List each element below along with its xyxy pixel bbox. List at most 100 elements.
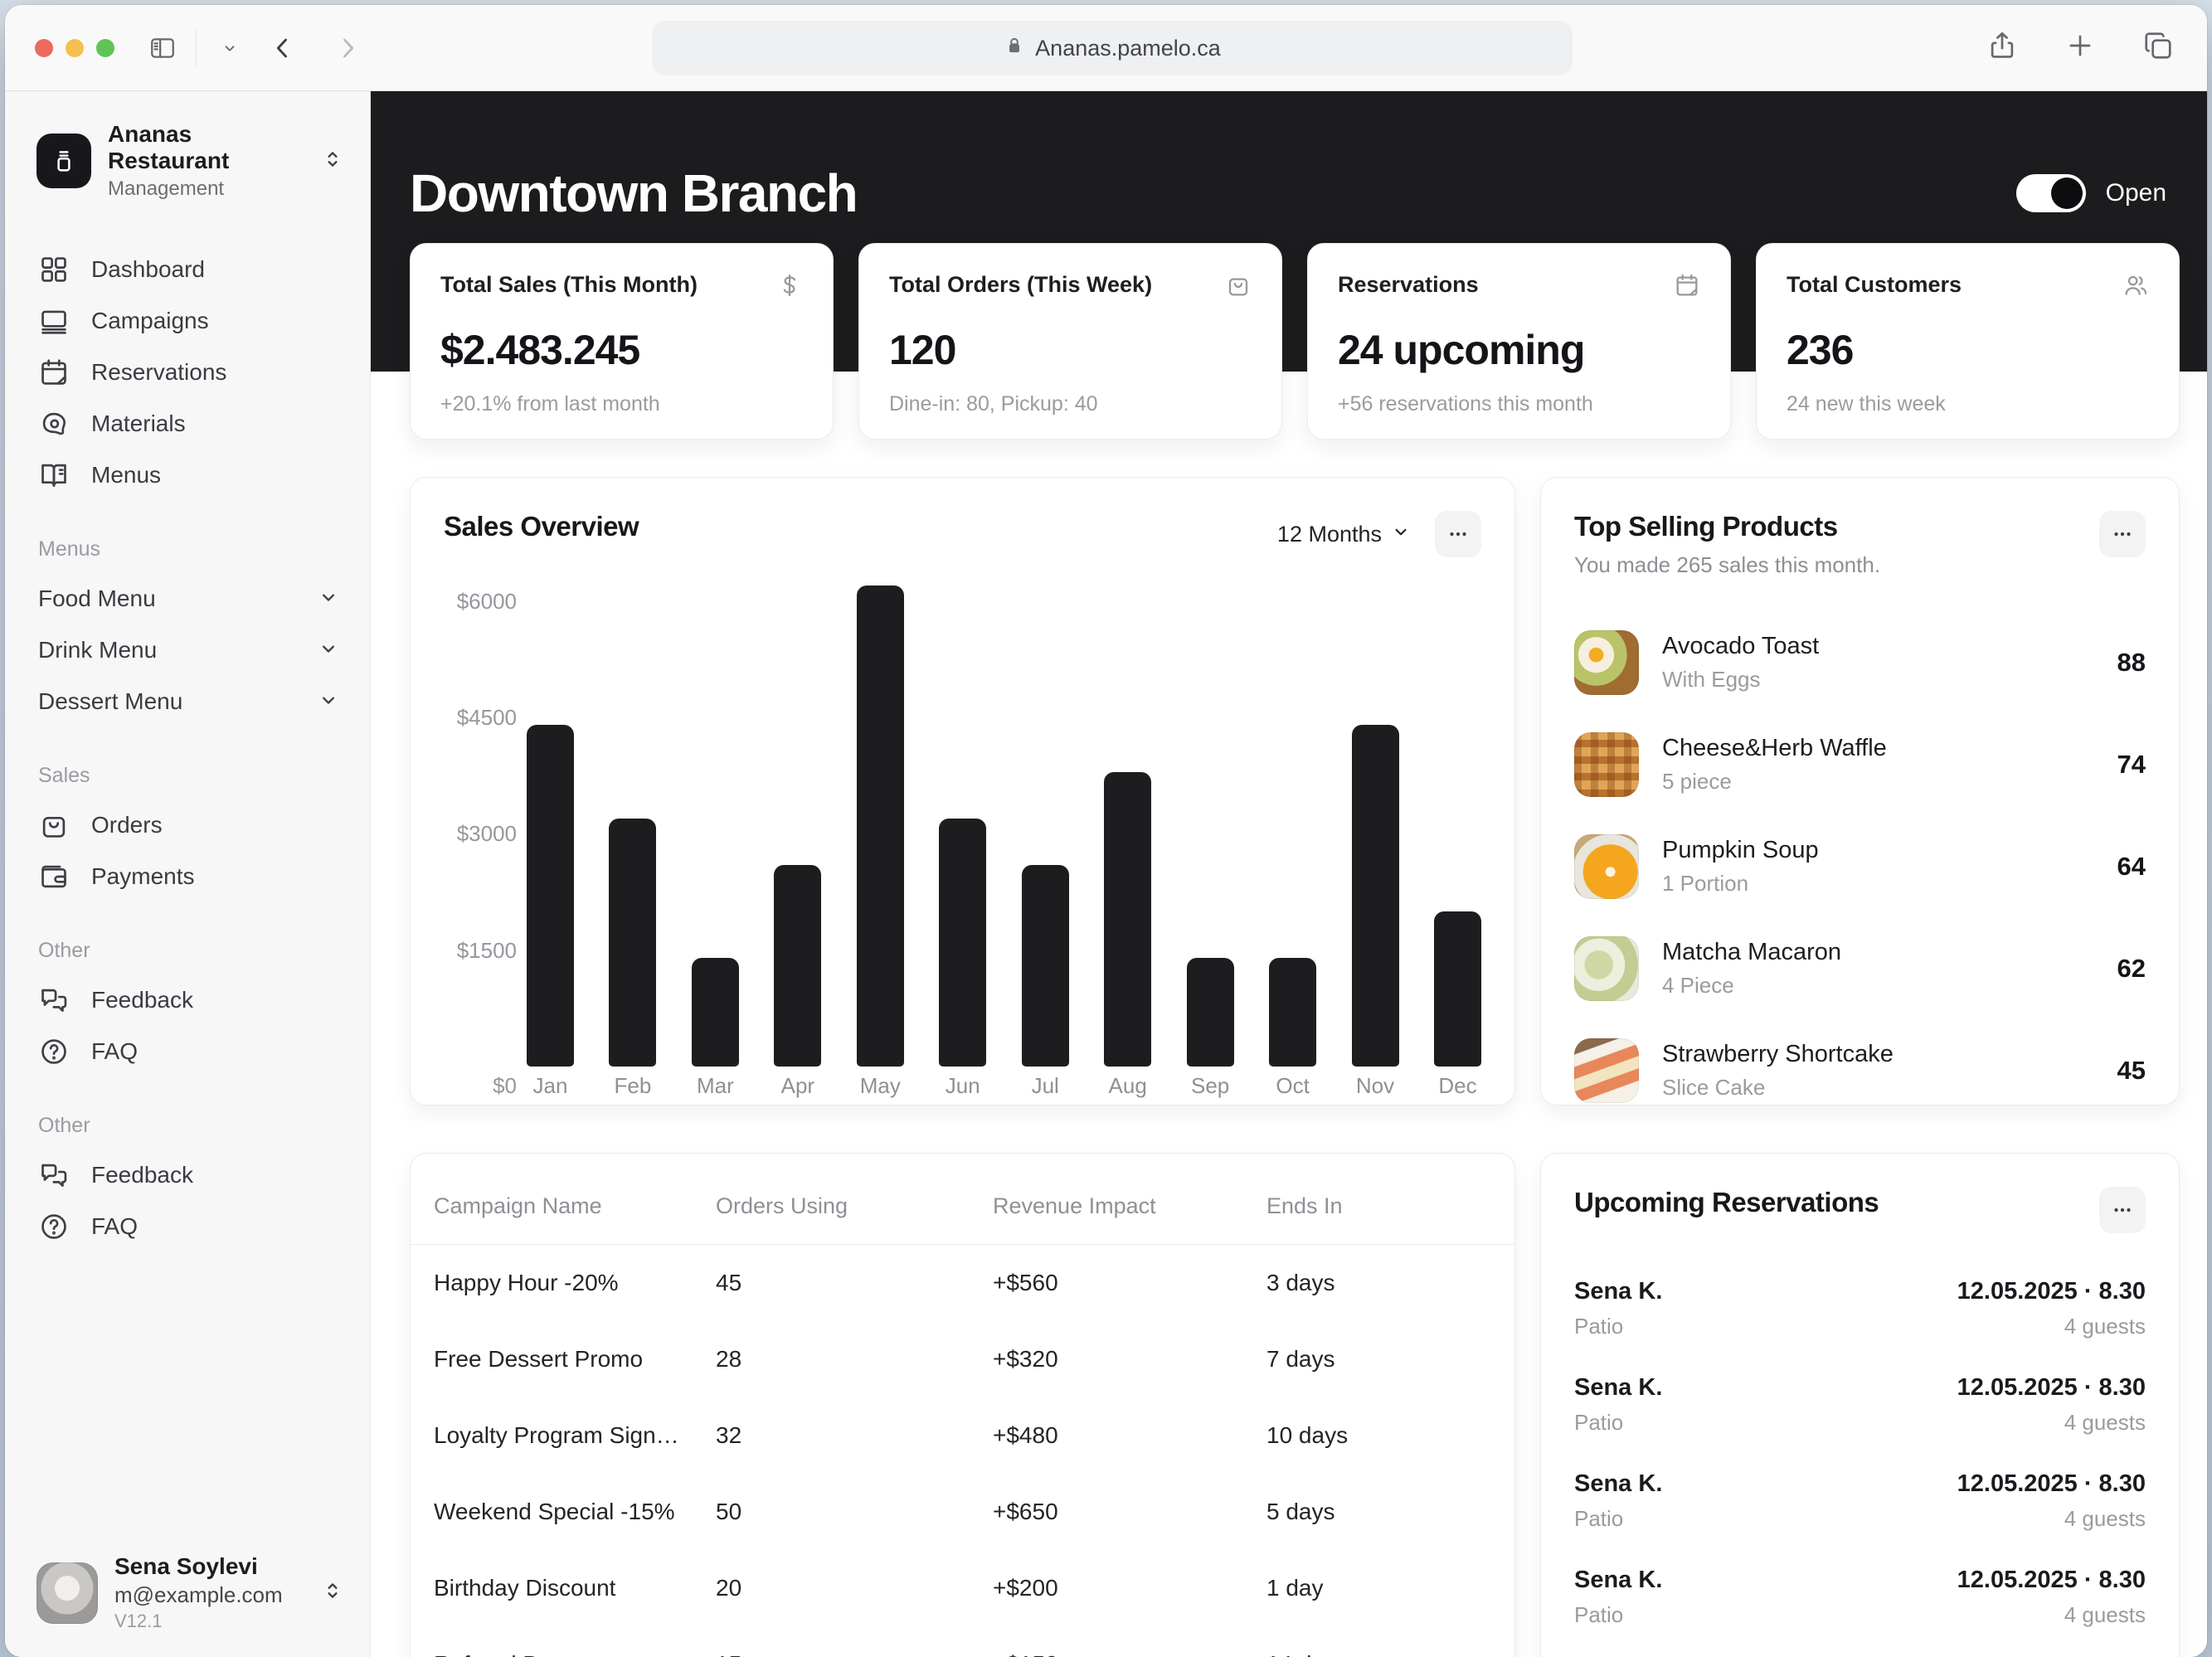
stat-card-total-sales-this-month[interactable]: Total Sales (This Month)$2.483.245+20.1%…	[410, 243, 834, 440]
table-cell: Free Dessert Promo	[434, 1346, 716, 1373]
bar-feb[interactable]	[609, 819, 656, 1067]
sidebar-item-label: Dashboard	[91, 256, 205, 283]
product-row-avocado-toast[interactable]: Avocado ToastWith Eggs88	[1574, 611, 2146, 713]
bar-sep[interactable]	[1187, 958, 1234, 1067]
sales-overview-more-button[interactable]	[1435, 511, 1481, 557]
sidebar-item-dashboard[interactable]: Dashboard	[32, 244, 347, 295]
product-row-matcha-macaron[interactable]: Matcha Macaron4 Piece62	[1574, 917, 2146, 1019]
bar-apr[interactable]	[774, 865, 821, 1067]
product-row-cheese-herb-waffle[interactable]: Cheese&Herb Waffle5 piece74	[1574, 713, 2146, 815]
reservation-row-2[interactable]: Sena K.Patio12.05.2025 · 8.304 guests	[1574, 1366, 2146, 1462]
table-row-referral-bonus[interactable]: Referral Bonus15+$15014 days	[411, 1626, 1514, 1657]
y-tick-label: $6000	[457, 589, 517, 615]
sidebar: Ananas Restaurant Management Dashboard Ca…	[5, 91, 371, 1657]
reservation-guests: 4 guests	[1957, 1506, 2146, 1532]
reservation-datetime: 12.05.2025 · 8.30	[1957, 1374, 2146, 1402]
table-row-happy-hour-20[interactable]: Happy Hour -20%45+$5603 days	[411, 1245, 1514, 1321]
forward-button[interactable]	[329, 30, 366, 66]
sidebar-item-label: Feedback	[91, 987, 193, 1013]
stat-card-title: Total Sales (This Month)	[440, 272, 698, 298]
sidebar-item-drink-menu[interactable]: Drink Menu	[32, 624, 347, 676]
bar-oct[interactable]	[1269, 958, 1316, 1067]
stat-card-reservations[interactable]: Reservations24 upcoming+56 reservations …	[1307, 243, 1731, 440]
bar-cell	[1104, 586, 1151, 1067]
stat-card-total-orders-this-week[interactable]: Total Orders (This Week)120Dine-in: 80, …	[858, 243, 1282, 440]
sidebar-item-faq[interactable]: FAQ	[32, 1026, 347, 1077]
sidebar-item-feedback[interactable]: Feedback	[32, 1149, 347, 1201]
sidebar-item-feedback[interactable]: Feedback	[32, 974, 347, 1026]
table-row-weekend-special-15[interactable]: Weekend Special -15%50+$6505 days	[411, 1474, 1514, 1550]
reservations-more-button[interactable]	[2099, 1187, 2146, 1233]
share-icon[interactable]	[1986, 30, 2018, 66]
bar-aug[interactable]	[1104, 772, 1151, 1067]
workspace-switcher[interactable]: Ananas Restaurant Management	[32, 116, 347, 201]
question-icon	[38, 1036, 70, 1067]
bar-cell	[527, 586, 574, 1067]
app-version: V12.1	[114, 1611, 305, 1632]
bar-nov[interactable]	[1352, 725, 1399, 1067]
tab-overview-icon[interactable]	[2142, 30, 2174, 66]
table-row-loyalty-program-sign[interactable]: Loyalty Program Sign…32+$48010 days	[411, 1397, 1514, 1474]
chevron-down-icon	[317, 586, 340, 613]
reservation-row-3[interactable]: Sena K.Patio12.05.2025 · 8.304 guests	[1574, 1462, 2146, 1558]
workspace-role: Management	[108, 177, 305, 201]
minimize-window-button[interactable]	[66, 39, 84, 57]
user-menu[interactable]: Sena Soylevi m@example.com V12.1	[32, 1545, 347, 1637]
product-row-pumpkin-soup[interactable]: Pumpkin Soup1 Portion64	[1574, 815, 2146, 917]
table-cell: +$320	[993, 1346, 1266, 1373]
stat-card-title: Total Customers	[1787, 272, 1962, 298]
sidebar-item-materials[interactable]: Materials	[32, 398, 347, 449]
sidebar-item-payments[interactable]: Payments	[32, 851, 347, 902]
tables-row: Campaign NameOrders UsingRevenue ImpactE…	[371, 1153, 2207, 1657]
reservation-row-1[interactable]: Sena K.Patio12.05.2025 · 8.304 guests	[1574, 1270, 2146, 1366]
reservation-guests: 4 guests	[1957, 1314, 2146, 1339]
book-icon	[38, 459, 70, 491]
bar-mar[interactable]	[692, 958, 739, 1067]
sidebar-item-faq[interactable]: FAQ	[32, 1201, 347, 1252]
sidebar-item-food-menu[interactable]: Food Menu	[32, 573, 347, 624]
table-cell: 28	[716, 1346, 993, 1373]
sidebar-item-dessert-menu[interactable]: Dessert Menu	[32, 676, 347, 727]
y-tick-label: $1500	[457, 938, 517, 964]
reservation-area: Patio	[1574, 1602, 1662, 1628]
table-cell: Birthday Discount	[434, 1575, 716, 1601]
table-cell: 3 days	[1266, 1270, 1491, 1296]
zoom-window-button[interactable]	[96, 39, 114, 57]
new-tab-icon[interactable]	[2064, 30, 2096, 66]
chevron-down-icon[interactable]	[211, 30, 248, 66]
bar-dec[interactable]	[1434, 911, 1481, 1067]
sidebar-item-label: Food Menu	[38, 586, 317, 612]
stat-card-title: Total Orders (This Week)	[889, 272, 1152, 298]
bar-jul[interactable]	[1022, 865, 1069, 1067]
y-tick-label: $4500	[457, 705, 517, 731]
range-dropdown[interactable]: 12 Months	[1277, 521, 1412, 548]
reservation-guests: 4 guests	[1957, 1410, 2146, 1436]
calendar-icon	[38, 357, 70, 388]
table-row-free-dessert-promo[interactable]: Free Dessert Promo28+$3207 days	[411, 1321, 1514, 1397]
product-row-strawberry-shortcake[interactable]: Strawberry ShortcakeSlice Cake45	[1574, 1019, 2146, 1121]
table-cell: Happy Hour -20%	[434, 1270, 716, 1296]
avatar	[36, 1562, 98, 1624]
sidebar-item-label: Menus	[91, 462, 161, 488]
stat-card-total-customers[interactable]: Total Customers23624 new this week	[1756, 243, 2180, 440]
reservation-row-4[interactable]: Sena K.Patio12.05.2025 · 8.304 guests	[1574, 1558, 2146, 1655]
sidebar-item-label: Materials	[91, 411, 186, 437]
sidebar-item-reservations[interactable]: Reservations	[32, 347, 347, 398]
table-row-birthday-discount[interactable]: Birthday Discount20+$2001 day	[411, 1550, 1514, 1626]
bar-jan[interactable]	[527, 725, 574, 1067]
sidebar-item-campaigns[interactable]: Campaigns	[32, 295, 347, 347]
sidebar-toggle-icon[interactable]	[144, 30, 181, 66]
bar-cell	[1434, 586, 1481, 1067]
sidebar-item-menus[interactable]: Menus	[32, 449, 347, 501]
top-products-more-button[interactable]	[2099, 511, 2146, 557]
open-toggle[interactable]	[2016, 174, 2086, 212]
bar-may[interactable]	[857, 586, 904, 1067]
sales-overview-title: Sales Overview	[444, 511, 639, 542]
dashboard-icon	[38, 254, 70, 285]
sidebar-item-label: Campaigns	[91, 308, 209, 334]
address-bar[interactable]: Ananas.pamelo.ca	[652, 21, 1573, 75]
sidebar-item-orders[interactable]: Orders	[32, 799, 347, 851]
close-window-button[interactable]	[35, 39, 53, 57]
bar-jun[interactable]	[939, 819, 986, 1067]
back-button[interactable]	[265, 30, 301, 66]
